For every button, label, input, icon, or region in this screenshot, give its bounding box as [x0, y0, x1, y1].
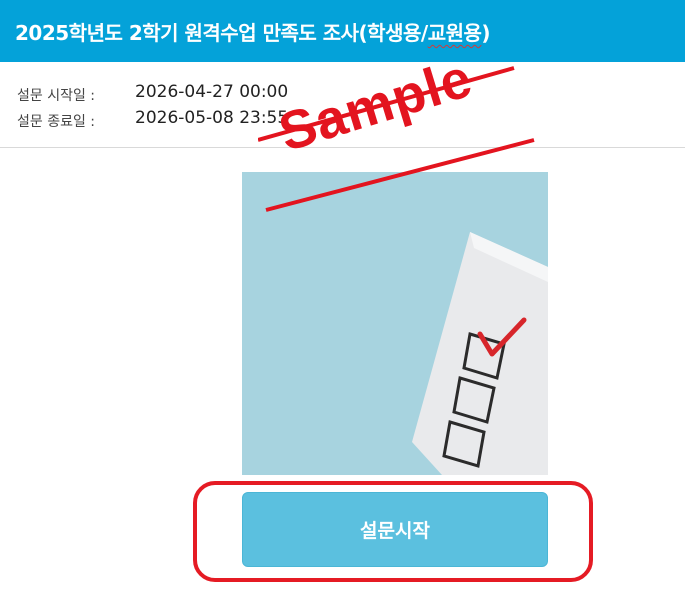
start-survey-button[interactable]: 설문시작: [242, 492, 548, 567]
survey-title: 2025학년도 2학기 원격수업 만족도 조사(학생용/교원용): [15, 17, 491, 46]
end-date-value: 2026-05-08 23:55: [135, 108, 289, 128]
survey-title-suffix: ): [481, 21, 491, 45]
survey-period-panel: 설문 시작일 : 2026-04-27 00:00 설문 종료일 : 2026-…: [0, 62, 685, 148]
survey-title-underlined: 교원용: [427, 21, 482, 45]
survey-header: 2025학년도 2학기 원격수업 만족도 조사(학생용/교원용): [0, 0, 685, 62]
start-date-label: 설문 시작일 :: [17, 88, 96, 104]
survey-image: [242, 172, 548, 475]
start-date-value: 2026-04-27 00:00: [135, 82, 289, 102]
survey-title-prefix: 2025학년도 2학기 원격수업 만족도 조사(학생용/: [15, 21, 428, 45]
end-date-label: 설문 종료일 :: [17, 114, 96, 130]
checklist-icon: [242, 172, 548, 475]
